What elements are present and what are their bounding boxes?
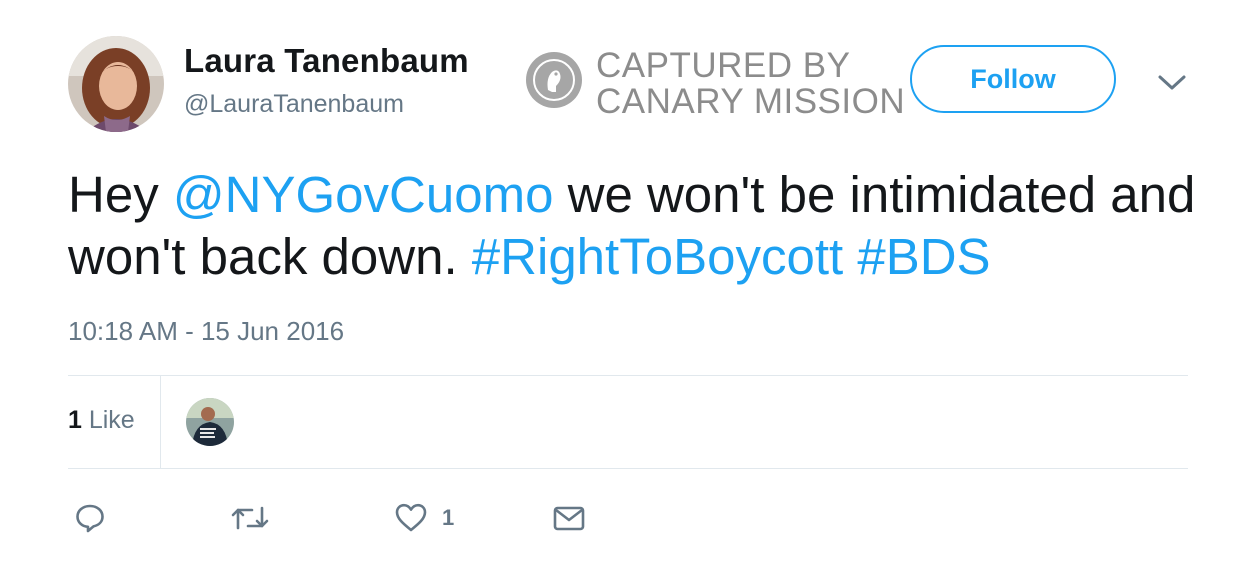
heart-icon (394, 502, 428, 534)
hashtag-link-bds[interactable]: #BDS (857, 228, 990, 285)
canary-logo-icon (526, 52, 582, 108)
watermark-line-1: CAPTURED BY (596, 46, 851, 85)
profile-avatar[interactable] (68, 36, 164, 132)
tweet-actions: 1 (68, 496, 668, 540)
retweet-button[interactable] (230, 496, 270, 540)
divider-bottom (68, 468, 1188, 469)
envelope-icon (552, 502, 586, 534)
watermark-line-2: CANARY MISSION (596, 82, 906, 121)
likes-number: 1 (68, 406, 82, 434)
like-count: 1 (442, 505, 455, 530)
chevron-down-icon[interactable] (1156, 68, 1188, 96)
like-button[interactable]: 1 (394, 496, 454, 540)
reply-icon (74, 502, 106, 534)
direct-message-button[interactable] (552, 496, 586, 540)
follow-button[interactable]: Follow (910, 45, 1116, 113)
tweet-timestamp[interactable]: 10:18 AM - 15 Jun 2016 (68, 316, 344, 347)
likes-label: Like (81, 406, 135, 434)
user-display-name[interactable]: Laura Tanenbaum (184, 42, 469, 80)
reply-button[interactable] (74, 496, 106, 540)
retweet-icon (230, 502, 270, 534)
hashtag-link-right-to-boycott[interactable]: #RightToBoycott (472, 228, 843, 285)
mention-link[interactable]: @NYGovCuomo (173, 166, 554, 223)
stats-separator (160, 376, 161, 468)
canary-mission-watermark: CAPTURED BY CANARY MISSION (526, 48, 905, 120)
tweet-text-prefix: Hey (68, 166, 173, 223)
likes-stat[interactable]: 1 Like (68, 406, 135, 435)
tweet-stats: 1 Like (68, 376, 1188, 468)
tweet-text-space (843, 228, 857, 285)
liker-avatar[interactable] (186, 398, 234, 446)
user-handle[interactable]: @LauraTanenbaum (184, 90, 404, 119)
tweet-text: Hey @NYGovCuomo we won't be intimidated … (68, 164, 1208, 288)
